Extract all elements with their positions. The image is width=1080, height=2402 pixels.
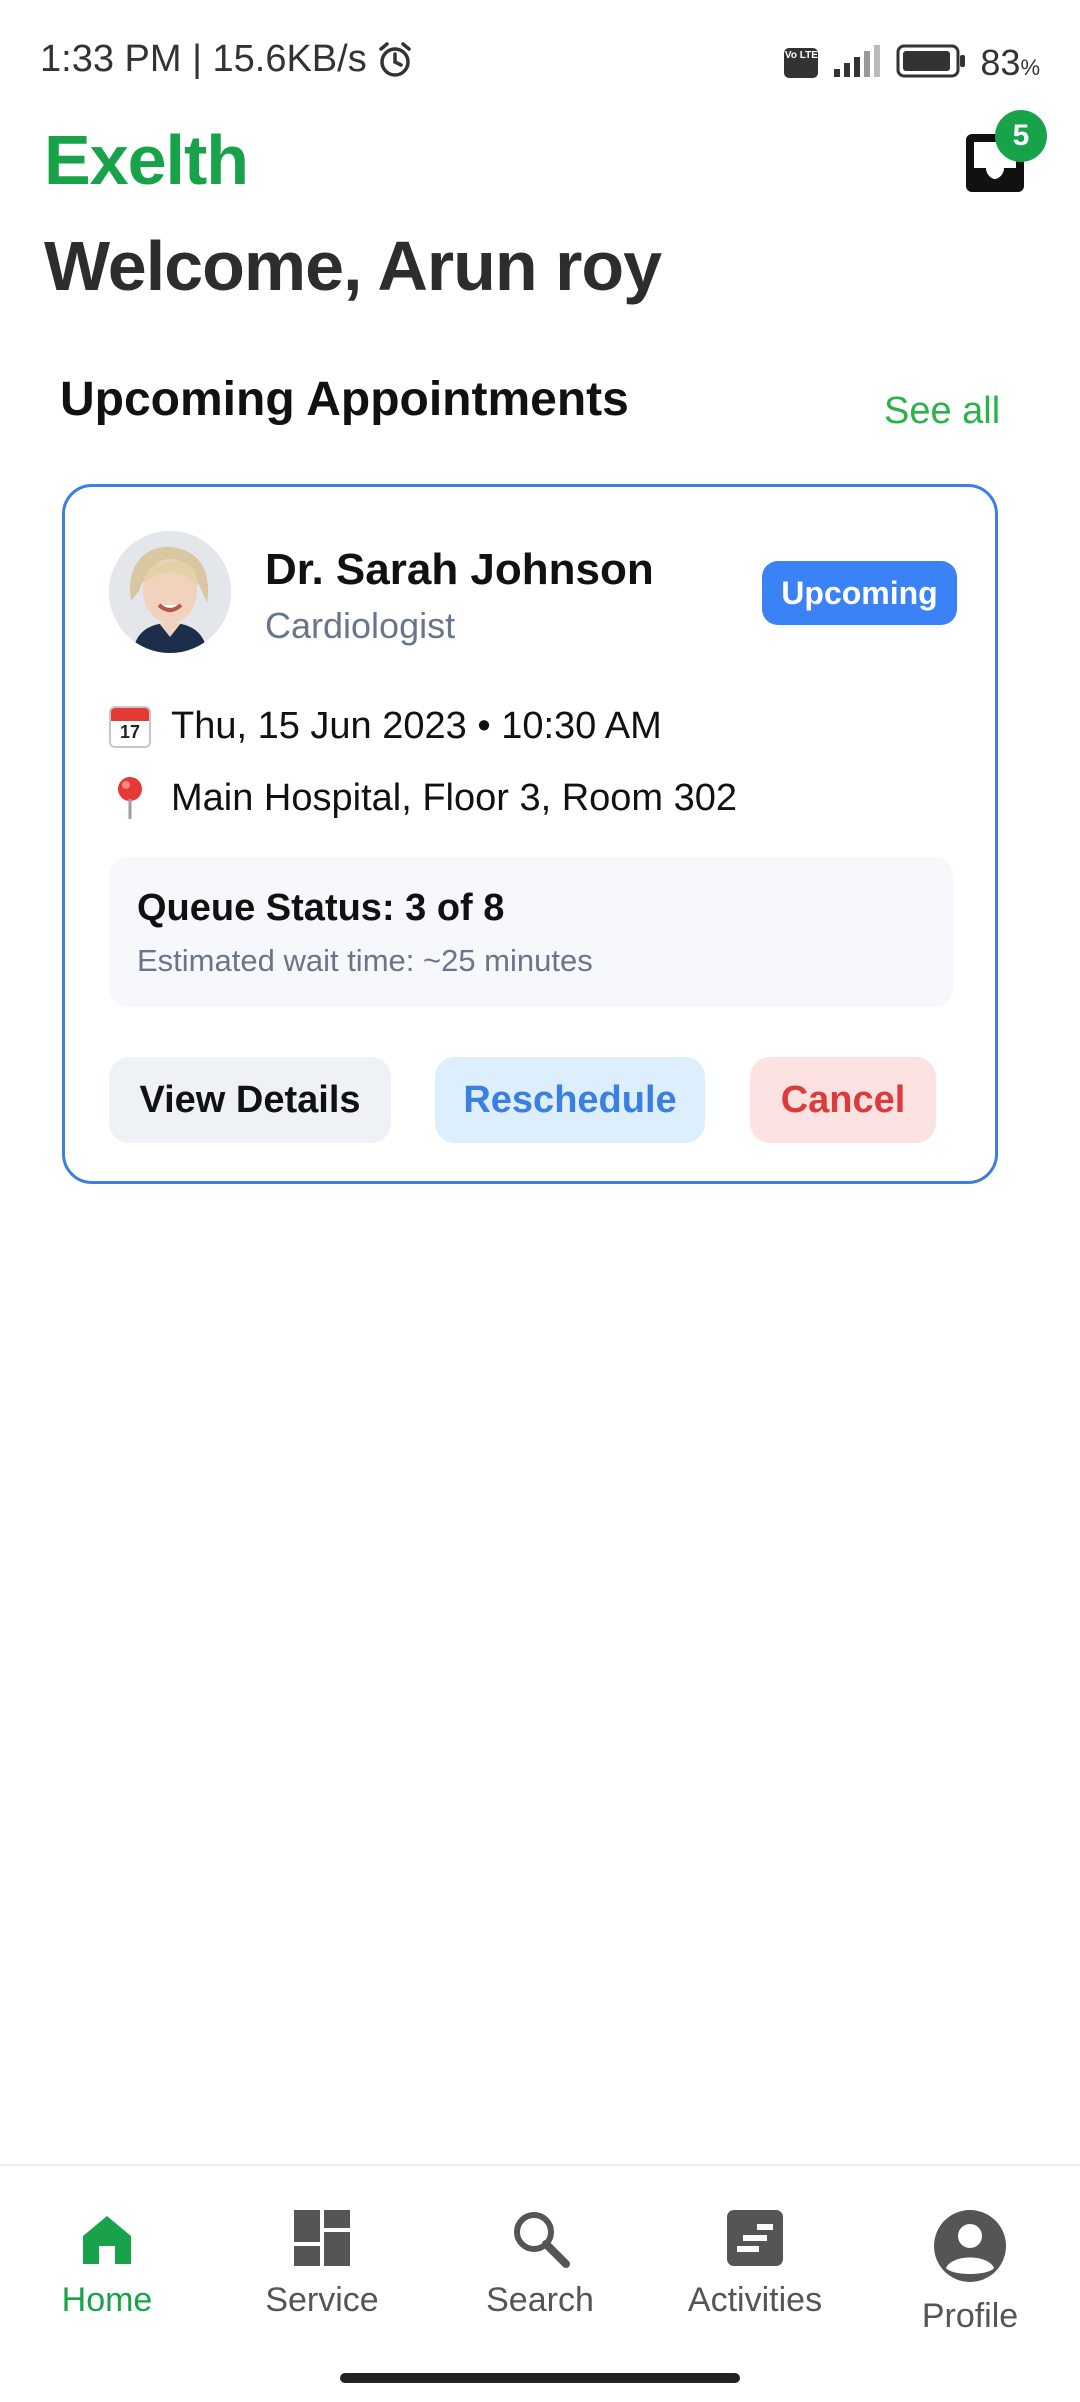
grid-icon (290, 2206, 354, 2275)
search-icon (508, 2206, 572, 2275)
nav-activities-label: Activities (687, 2281, 823, 2319)
nav-service[interactable]: Service (222, 2206, 422, 2320)
app-logo: Exelth (44, 121, 249, 199)
doctor-name: Dr. Sarah Johnson (265, 545, 654, 594)
profile-icon (930, 2206, 1010, 2291)
battery-percent-unit: % (1020, 55, 1040, 80)
battery-percent-value: 83 (980, 42, 1021, 83)
nav-home-label: Home (61, 2281, 153, 2319)
appointment-datetime: Thu, 15 Jun 2023 • 10:30 AM (171, 705, 662, 747)
doctor-avatar (109, 531, 231, 653)
nav-home[interactable]: Home (7, 2206, 207, 2320)
calendar-icon-day: 17 (119, 721, 141, 742)
status-time-text: 1:33 PM | 15.6KB/s (40, 38, 367, 80)
nav-service-label: Service (265, 2281, 379, 2319)
view-details-button[interactable]: View Details (109, 1057, 391, 1143)
nav-search[interactable]: Search (440, 2206, 640, 2320)
cancel-button[interactable]: Cancel (750, 1057, 936, 1143)
nav-search-label: Search (486, 2281, 594, 2319)
appointment-location: Main Hospital, Floor 3, Room 302 (171, 776, 738, 819)
status-icons: Vo LTE 83% (784, 42, 1040, 84)
reschedule-button[interactable]: Reschedule (435, 1057, 705, 1143)
nav-profile-label: Profile (921, 2297, 1019, 2335)
appointment-card[interactable]: Dr. Sarah Johnson Cardiologist Upcoming … (62, 484, 998, 1184)
signal-icon (832, 44, 882, 82)
battery-icon (896, 44, 966, 83)
welcome-heading: Welcome, Arun roy (44, 227, 662, 305)
home-indicator[interactable] (340, 2373, 740, 2383)
activities-icon (723, 2206, 787, 2275)
battery-percent: 83% (980, 42, 1040, 84)
notification-badge: 5 (995, 110, 1047, 162)
queue-status: Queue Status: 3 of 8 (137, 887, 505, 929)
appointment-datetime-row: 17 Thu, 15 Jun 2023 • 10:30 AM (109, 705, 662, 748)
see-all-link[interactable]: See all (884, 390, 1000, 433)
estimated-wait-time: Estimated wait time: ~25 minutes (137, 943, 593, 978)
nav-profile[interactable]: Profile (870, 2206, 1070, 2336)
status-badge: Upcoming (762, 561, 957, 625)
nav-activities[interactable]: Activities (655, 2206, 855, 2320)
location-pin-icon (109, 775, 151, 821)
status-bar: 1:33 PM | 15.6KB/s Vo LTE 83% (0, 0, 1080, 130)
queue-status-box: Queue Status: 3 of 8 Estimated wait time… (109, 857, 954, 1007)
appointment-location-row: Main Hospital, Floor 3, Room 302 (109, 775, 737, 821)
volte-icon: Vo LTE (784, 48, 819, 78)
section-title: Upcoming Appointments (60, 373, 629, 426)
home-icon (75, 2206, 139, 2275)
alarm-icon (375, 40, 415, 80)
calendar-icon: 17 (109, 705, 151, 748)
doctor-specialty: Cardiologist (265, 605, 456, 646)
bottom-nav: Home Service Search Activities Profile (0, 2164, 1080, 2402)
status-time: 1:33 PM | 15.6KB/s (40, 38, 415, 81)
inbox-icon (962, 134, 1032, 202)
